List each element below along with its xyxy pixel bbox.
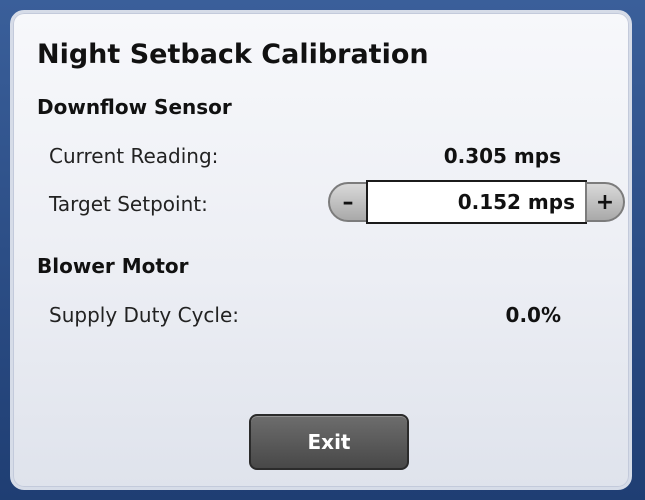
supply-duty-cycle-value: 0.0% xyxy=(505,303,561,327)
downflow-sensor-heading: Downflow Sensor xyxy=(37,95,232,119)
increment-button[interactable]: + xyxy=(585,182,625,222)
target-setpoint-label: Target Setpoint: xyxy=(49,192,208,216)
blower-motor-heading: Blower Motor xyxy=(37,254,189,278)
page-title: Night Setback Calibration xyxy=(37,39,429,70)
exit-button[interactable]: Exit xyxy=(249,414,409,470)
supply-duty-cycle-label: Supply Duty Cycle: xyxy=(49,303,240,327)
current-reading-label: Current Reading: xyxy=(49,144,219,168)
minus-icon: – xyxy=(342,189,354,215)
calibration-panel: Night Setback Calibration Downflow Senso… xyxy=(10,10,632,490)
target-setpoint-field[interactable]: 0.152 mps xyxy=(366,180,587,224)
decrement-button[interactable]: – xyxy=(328,182,368,222)
target-setpoint-stepper: – 0.152 mps + xyxy=(328,180,625,224)
plus-icon: + xyxy=(595,189,615,215)
current-reading-value: 0.305 mps xyxy=(443,144,561,168)
